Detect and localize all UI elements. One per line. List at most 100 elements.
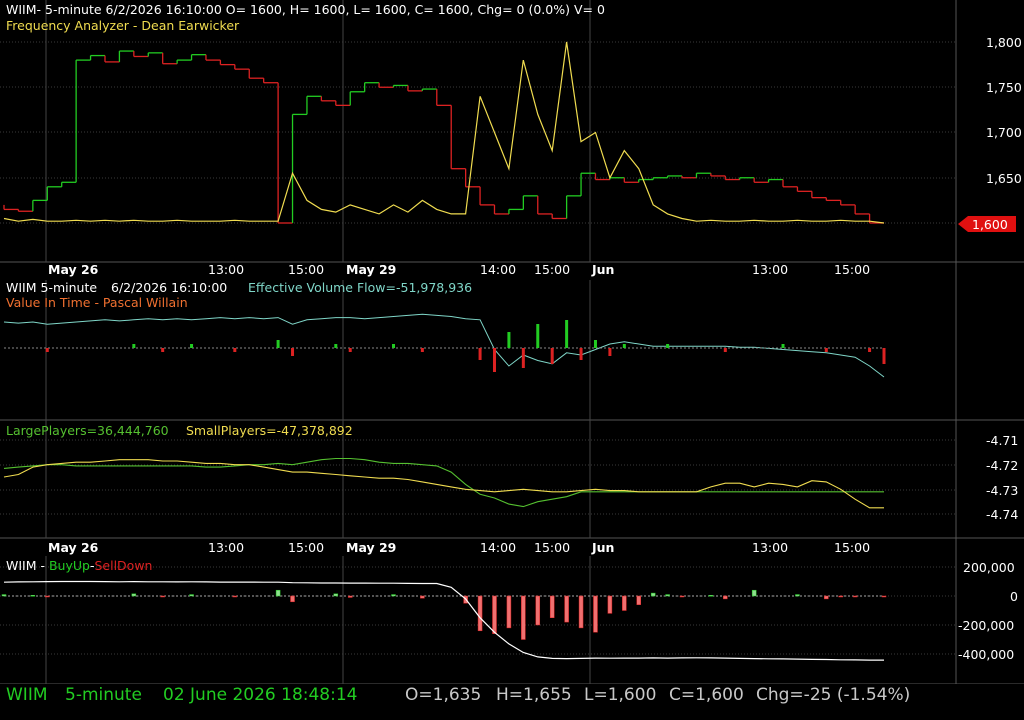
- panel2-header-evf: Effective Volume Flow=-51,978,936: [248, 280, 472, 295]
- buysell-bar: [607, 595, 613, 614]
- vit-bar: [348, 348, 352, 352]
- buysell-bar: [824, 595, 829, 600]
- xaxis1-time: 13:00: [208, 262, 244, 277]
- xaxis2-time: 14:00: [480, 540, 516, 555]
- vit-bar: [492, 348, 496, 372]
- xaxis1-time: 15:00: [288, 262, 324, 277]
- p4-ytick: 200,000: [963, 560, 1015, 575]
- buysell-bar: [521, 595, 526, 640]
- xaxis1-date-may29: May 29: [346, 262, 396, 277]
- buysell-bar: [679, 595, 685, 598]
- p3-ytick: -4.72: [986, 458, 1018, 473]
- panel3-large-players: LargePlayers=36,444,760: [6, 423, 169, 438]
- xaxis2-time: 15:00: [534, 540, 570, 555]
- vit-bar: [420, 348, 424, 352]
- p4-ytick: 0: [1010, 589, 1018, 604]
- vit-bar: [392, 344, 396, 348]
- vit-bar: [161, 348, 165, 352]
- buysell-bar: [636, 595, 642, 605]
- buysell-bar: [275, 589, 281, 597]
- status-symbol: WIIM: [6, 685, 48, 705]
- xaxis1-date-jun: Jun: [591, 262, 614, 277]
- p1-ytick: 1,750: [986, 80, 1022, 95]
- status-change: Chg=-25 (-1.54%): [756, 685, 911, 705]
- status-datetime: 02 June 2026 18:48:14: [163, 685, 358, 705]
- buysell-bar: [1, 594, 7, 597]
- xaxis1-date-may26: May 26: [48, 262, 99, 277]
- buysell-bar: [391, 594, 396, 597]
- xaxis2-date-may29: May 29: [346, 540, 396, 555]
- vit-bar: [781, 344, 785, 348]
- xaxis2-time: 15:00: [288, 540, 324, 555]
- vit-bar: [190, 344, 194, 348]
- buysell-bar: [189, 594, 194, 597]
- status-close: C=1,600: [669, 685, 744, 705]
- panel2-header-datetime: 6/2/2026 16:10:00: [111, 280, 227, 295]
- p4-ytick: -400,000: [958, 647, 1014, 662]
- xaxis1-time: 14:00: [480, 262, 516, 277]
- vit-bar: [723, 348, 727, 352]
- buysell-bar: [622, 595, 627, 611]
- buysell-bar: [45, 595, 50, 598]
- status-low: L=1,600: [584, 685, 657, 705]
- status-open: O=1,635: [405, 685, 482, 705]
- vit-bar: [478, 348, 482, 360]
- buysell-bar: [347, 595, 353, 598]
- buysell-bar: [549, 595, 555, 618]
- panel4-header: WIIM - BuyUp-SellDown: [6, 558, 152, 573]
- buysell-bar: [420, 595, 425, 599]
- buysell-bar: [578, 595, 584, 629]
- buysell-bar: [650, 592, 656, 597]
- buysell-bar: [290, 595, 295, 603]
- panel4-buyup: BuyUp: [49, 558, 90, 573]
- status-bar: WIIM 5-minute 02 June 2026 18:48:14 O=1,…: [0, 684, 1024, 720]
- buysell-bar: [30, 595, 36, 597]
- xaxis2-date-may26: May 26: [48, 540, 99, 555]
- xaxis1-time: 13:00: [752, 262, 788, 277]
- buysell-bar: [852, 595, 858, 598]
- vit-bar: [550, 348, 554, 364]
- last-price-label: 1,600: [972, 217, 1008, 232]
- vit-bar: [824, 348, 828, 352]
- buysell-bar: [838, 595, 843, 598]
- p4-ytick: -200,000: [958, 618, 1014, 633]
- p1-ytick: 1,700: [986, 125, 1022, 140]
- vit-bar: [507, 332, 511, 348]
- xaxis2-date-jun: Jun: [591, 540, 614, 555]
- vit-bar: [622, 344, 626, 348]
- buysell-bar: [232, 595, 238, 598]
- buysell-bar: [131, 593, 137, 597]
- vit-bar: [45, 348, 49, 352]
- panel4-symbol: WIIM -: [6, 558, 49, 573]
- buysell-bar: [477, 595, 483, 632]
- vit-bar: [882, 348, 886, 364]
- buysell-bar: [881, 595, 887, 598]
- vit-bar: [536, 324, 540, 348]
- panel4-selldown: SellDown: [94, 558, 152, 573]
- xaxis1-time: 15:00: [534, 262, 570, 277]
- vit-bar: [593, 340, 597, 348]
- panel1-header: WIIM- 5-minute 6/2/2026 16:10:00 O= 1600…: [6, 2, 605, 17]
- buysell-bar: [564, 595, 569, 623]
- panel2-header-symbol: WIIM 5-minute: [6, 280, 97, 295]
- buysell-bar: [492, 595, 497, 634]
- vit-bar: [132, 344, 136, 348]
- evf-line: [3, 313, 885, 378]
- buysell-bar: [751, 589, 757, 597]
- vit-bar: [521, 348, 525, 368]
- p3-ytick: -4.71: [986, 433, 1018, 448]
- vit-bar: [276, 340, 280, 348]
- buysell-bar: [506, 595, 512, 629]
- vit-bar: [291, 348, 295, 356]
- p3-ytick: -4.73: [986, 483, 1018, 498]
- p1-ytick: 1,650: [986, 171, 1022, 186]
- status-interval: 5-minute: [65, 685, 142, 705]
- panel3-small-players: SmallPlayers=-47,378,892: [186, 423, 353, 438]
- p1-ytick: 1,800: [986, 35, 1022, 50]
- status-high: H=1,655: [496, 685, 572, 705]
- p3-ytick: -4.74: [986, 507, 1018, 522]
- vit-bar: [565, 320, 569, 348]
- panel1-subtitle: Frequency Analyzer - Dean Earwicker: [6, 18, 240, 33]
- vit-bar: [579, 348, 583, 360]
- buysell-bar: [593, 595, 598, 633]
